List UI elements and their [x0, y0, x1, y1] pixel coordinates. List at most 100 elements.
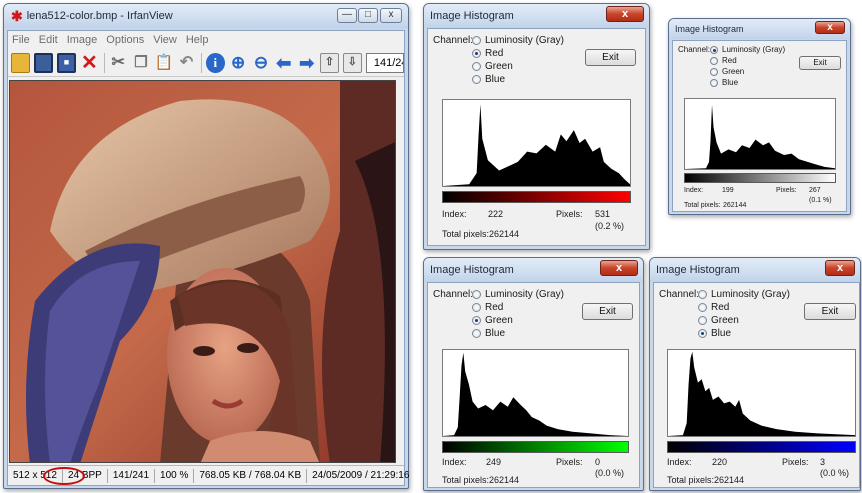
zoom-out-icon[interactable]: ⊖ — [252, 53, 271, 73]
radio-luminosity[interactable]: Luminosity (Gray) — [472, 35, 564, 46]
histogram-shape — [685, 104, 835, 169]
histogram-plot — [667, 349, 856, 437]
radio-red[interactable]: Red — [472, 48, 503, 59]
thumbnails-icon[interactable] — [33, 52, 53, 73]
dialog-close-button[interactable]: x — [606, 6, 644, 22]
radio-button[interactable] — [472, 75, 481, 84]
lena-photo — [9, 80, 396, 463]
radio-button[interactable] — [698, 290, 707, 299]
channel-label: Channel: — [678, 45, 711, 54]
menu-view[interactable]: View — [153, 34, 177, 46]
pixels-percent: (0.1 %) — [809, 197, 832, 204]
pixels-value: 3 — [820, 457, 826, 467]
dialog-client: Channel: Luminosity (Gray) Red Green Blu… — [672, 40, 847, 212]
info-icon[interactable]: i — [205, 52, 225, 73]
exit-button[interactable]: Exit — [804, 303, 856, 320]
maximize-icon: □ — [364, 9, 372, 20]
status-filesize: 768.05 KB / 768.04 KB — [194, 468, 308, 483]
exit-button[interactable]: Exit — [582, 303, 633, 320]
exit-button[interactable]: Exit — [585, 49, 636, 66]
radio-button[interactable] — [710, 56, 718, 65]
menu-edit[interactable]: Edit — [39, 34, 58, 46]
radio-red[interactable]: Red — [472, 302, 503, 313]
pixels-percent: (0.2 %) — [595, 221, 625, 231]
minimize-button[interactable]: — — [337, 8, 357, 23]
bpp-highlight-ellipse — [43, 467, 85, 485]
pixels-percent: (0.0 %) — [595, 468, 625, 478]
radio-button[interactable] — [472, 316, 481, 325]
total-pixels-label: Total pixels: — [442, 229, 490, 239]
radio-button[interactable] — [698, 316, 707, 325]
radio-blue[interactable]: Blue — [472, 74, 505, 85]
menu-file[interactable]: File — [12, 34, 30, 46]
radio-green[interactable]: Green — [472, 315, 513, 326]
next-arrow-icon[interactable]: ➡ — [297, 53, 316, 73]
radio-button[interactable] — [472, 36, 481, 45]
zoom-in-icon[interactable]: ⊕ — [229, 53, 248, 73]
pixels-label: Pixels: — [556, 209, 583, 219]
exit-button[interactable]: Exit — [799, 56, 841, 70]
radio-button[interactable] — [472, 329, 481, 338]
copy-icon[interactable]: ❐ — [132, 53, 151, 73]
index-label: Index: — [442, 209, 467, 219]
total-pixels-label: Total pixels: — [667, 475, 715, 485]
radio-luminosity[interactable]: Luminosity (Gray) — [710, 45, 785, 54]
total-pixels-value: 262144 — [489, 229, 520, 239]
dialog-close-button[interactable]: x — [815, 21, 845, 34]
minimize-icon: — — [342, 9, 352, 20]
pixels-label: Pixels: — [782, 457, 809, 467]
maximize-button[interactable]: □ — [358, 8, 378, 23]
index-label: Index: — [442, 457, 467, 467]
channel-label: Channel: — [433, 289, 474, 300]
radio-button[interactable] — [472, 290, 481, 299]
open-folder-icon[interactable] — [11, 52, 30, 73]
menu-options[interactable]: Options — [106, 34, 144, 46]
radio-button[interactable] — [710, 78, 718, 87]
radio-button[interactable] — [698, 329, 707, 338]
radio-button[interactable] — [472, 303, 481, 312]
radio-button[interactable] — [710, 45, 718, 54]
menu-bar: File Edit Image Options View Help — [8, 31, 404, 49]
histogram-dialog-blue: Image Histogram x Channel: Luminosity (G… — [649, 257, 861, 491]
radio-button[interactable] — [710, 67, 718, 76]
histogram-dialog-green: Image Histogram x Channel: Luminosity (G… — [423, 257, 644, 491]
radio-blue[interactable]: Blue — [710, 78, 738, 87]
irfanview-client: File Edit Image Options View Help ■ ✕ ✂ … — [7, 30, 409, 486]
radio-luminosity[interactable]: Luminosity (Gray) — [698, 289, 790, 300]
delete-icon[interactable]: ✕ — [80, 53, 99, 73]
dialog-close-button[interactable]: x — [600, 260, 638, 276]
radio-button[interactable] — [698, 303, 707, 312]
close-icon: x — [827, 22, 833, 33]
menu-help[interactable]: Help — [186, 34, 209, 46]
cut-icon[interactable]: ✂ — [109, 53, 128, 73]
radio-red[interactable]: Red — [698, 302, 729, 313]
last-page-icon[interactable]: ⇩ — [342, 52, 362, 73]
toolbar: ■ ✕ ✂ ❐ 📋 ↶ i ⊕ ⊖ ⬅ ➡ ⇧ ⇩ 141/241 — [8, 49, 405, 77]
radio-button[interactable] — [472, 62, 481, 71]
menu-image[interactable]: Image — [67, 34, 98, 46]
radio-blue[interactable]: Blue — [472, 328, 505, 339]
pixels-value: 531 — [595, 209, 611, 219]
dialog-client: Channel: Luminosity (Gray) Red Green Blu… — [427, 282, 640, 488]
first-page-icon[interactable]: ⇧ — [320, 52, 339, 73]
radio-red[interactable]: Red — [710, 56, 737, 65]
previous-arrow-icon[interactable]: ⬅ — [274, 53, 293, 73]
save-icon[interactable]: ■ — [56, 52, 77, 73]
index-value: 199 — [722, 187, 734, 194]
total-pixels-value: 262144 — [723, 202, 747, 209]
radio-luminosity[interactable]: Luminosity (Gray) — [472, 289, 564, 300]
radio-green[interactable]: Green — [472, 61, 513, 72]
radio-green[interactable]: Green — [710, 67, 744, 76]
dialog-title: Image Histogram — [430, 264, 514, 276]
radio-blue[interactable]: Blue — [698, 328, 731, 339]
histogram-shape — [443, 104, 630, 186]
undo-icon[interactable]: ↶ — [177, 53, 196, 73]
radio-button[interactable] — [472, 49, 481, 58]
dialog-close-button[interactable]: x — [825, 260, 855, 276]
radio-green[interactable]: Green — [698, 315, 739, 326]
total-pixels-value: 262144 — [714, 475, 745, 485]
page-number-field[interactable]: 141/241 — [365, 52, 405, 73]
paste-icon[interactable]: 📋 — [154, 53, 173, 73]
channel-gradient-bar — [442, 191, 631, 203]
close-button[interactable]: x — [380, 8, 402, 23]
